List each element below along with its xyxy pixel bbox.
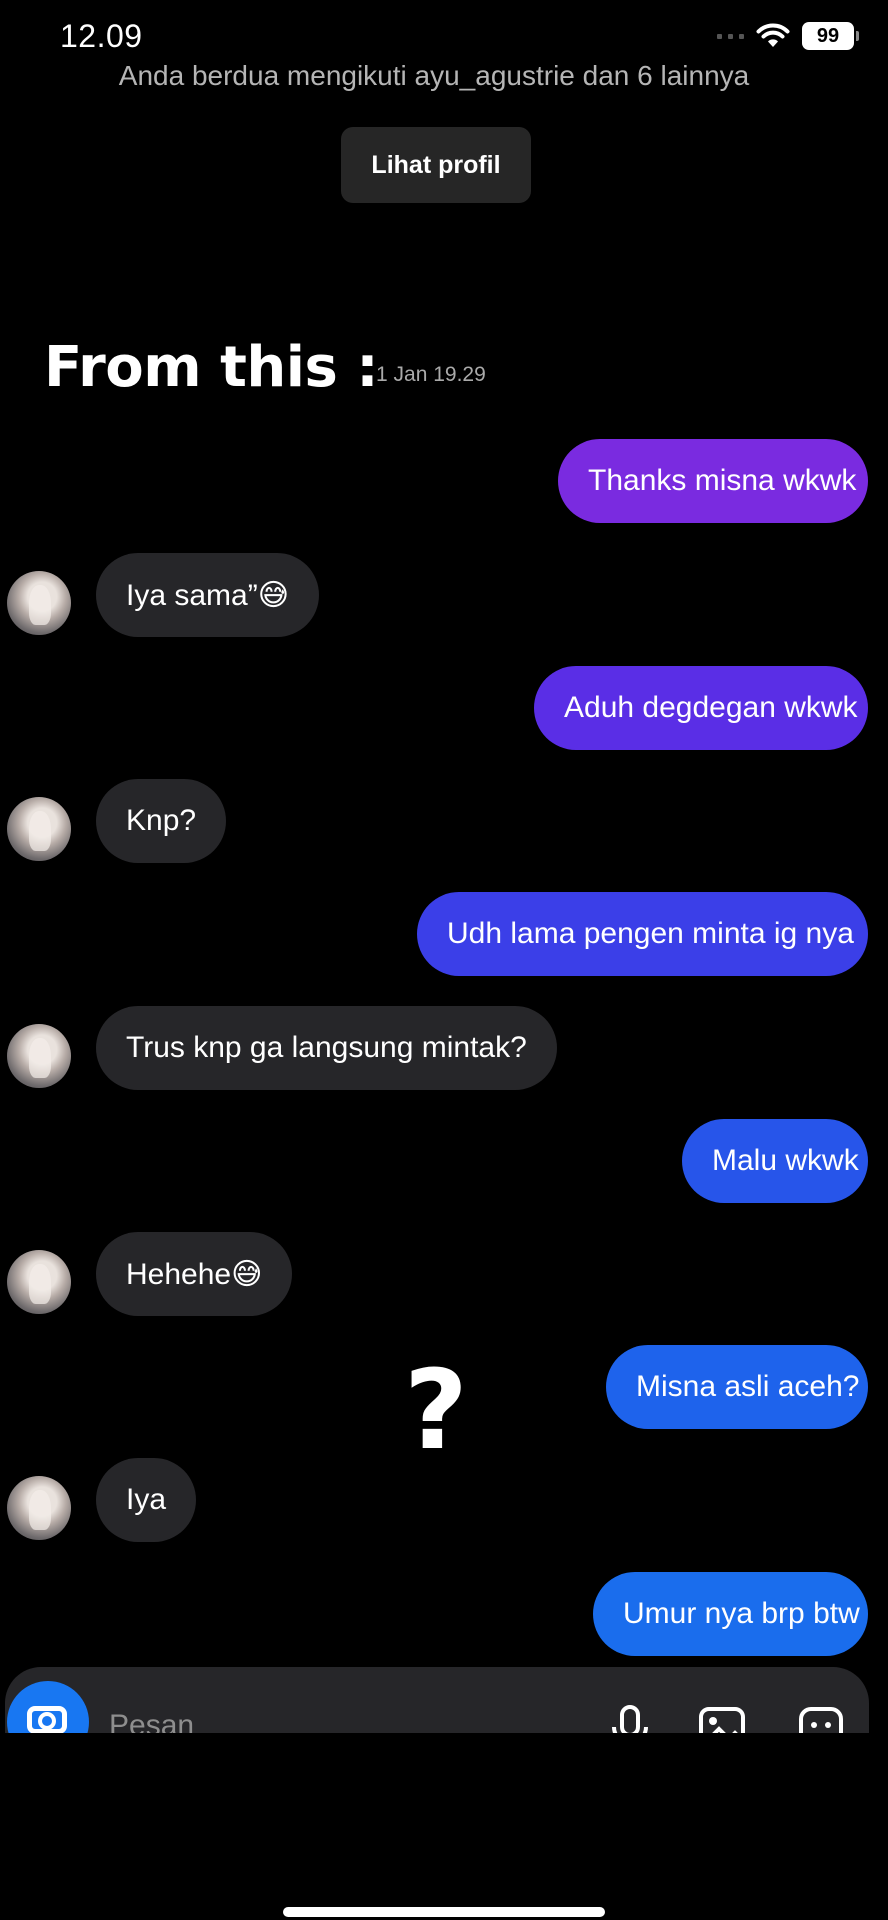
wifi-icon: [756, 23, 790, 47]
received-message[interactable]: Iya: [96, 1458, 197, 1542]
message-text: Trus knp ga langsung mintak?: [126, 1031, 527, 1064]
contact-avatar[interactable]: [7, 1476, 71, 1540]
status-time: 12.09: [60, 18, 143, 54]
sent-message[interactable]: Aduh degdegan wkwk: [534, 666, 868, 750]
sticker-icon[interactable]: [797, 1703, 847, 1737]
message-text: Knp?: [126, 804, 197, 837]
received-message[interactable]: Hehehe😅: [96, 1232, 293, 1316]
received-message[interactable]: Trus knp ga langsung mintak?: [96, 1006, 557, 1090]
message-text: Udh lama pengen minta ig nya: [447, 917, 854, 950]
battery-icon: 99: [802, 22, 859, 50]
overlay-caption: From this :: [44, 335, 379, 400]
sent-message[interactable]: Thanks misna wkwk: [558, 439, 868, 523]
conversation-date: 1 Jan 19.29: [376, 363, 486, 386]
contact-avatar[interactable]: [7, 1250, 71, 1314]
message-text: Hehehe😅: [126, 1257, 263, 1291]
sent-message[interactable]: Malu wkwk: [682, 1119, 868, 1203]
sent-message[interactable]: Misna asli aceh?: [606, 1345, 868, 1429]
status-icons: 99: [717, 22, 859, 50]
message-text: Thanks misna wkwk: [588, 464, 857, 497]
overlay-question-mark: ?: [404, 1346, 468, 1474]
camera-button[interactable]: [7, 1681, 89, 1737]
message-text: Misna asli aceh?: [636, 1370, 860, 1403]
signal-icon: [717, 33, 744, 39]
received-message[interactable]: Knp?: [96, 779, 227, 863]
message-text: Aduh degdegan wkwk: [564, 691, 858, 724]
view-profile-button[interactable]: Lihat profil: [341, 127, 531, 203]
home-indicator[interactable]: [283, 1907, 605, 1917]
mutual-follow-text: Anda berdua mengikuti ayu_agustrie dan 6…: [118, 60, 750, 91]
message-composer: [5, 1667, 869, 1737]
received-message[interactable]: Iya sama”😅: [96, 553, 319, 637]
message-text: Umur nya brp btw: [623, 1597, 860, 1630]
message-text: Iya: [126, 1483, 167, 1516]
contact-avatar[interactable]: [7, 571, 71, 635]
sent-message[interactable]: Umur nya brp btw: [593, 1572, 868, 1656]
contact-avatar[interactable]: [7, 1024, 71, 1088]
bottom-area: [0, 1733, 888, 1920]
message-text: Malu wkwk: [712, 1144, 859, 1177]
gallery-icon[interactable]: [697, 1703, 747, 1737]
contact-avatar[interactable]: [7, 797, 71, 861]
message-text: Iya sama”😅: [126, 578, 289, 612]
chat-screen: 12.09 99 Anda berdua mengikuti ayu_agust…: [0, 0, 888, 1920]
sent-message[interactable]: Udh lama pengen minta ig nya: [417, 892, 868, 976]
microphone-icon[interactable]: [605, 1703, 655, 1737]
